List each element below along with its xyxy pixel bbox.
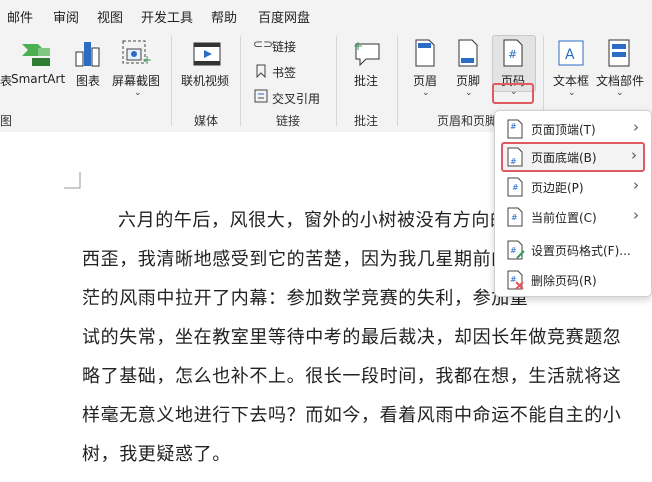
tab-view[interactable]: 视图 <box>97 7 123 26</box>
page-number-icon: # <box>503 39 523 67</box>
menu-item-label: 删除页码(R) <box>531 274 597 288</box>
cross-reference-button[interactable]: 交叉引用 <box>272 90 320 107</box>
chevron-right-icon: › <box>633 176 639 194</box>
group-separator <box>336 36 337 126</box>
chevron-right-icon: › <box>633 118 639 136</box>
svg-text:#: # <box>510 246 517 255</box>
footer-icon <box>458 39 478 67</box>
menu-item-label: 当前位置(C) <box>531 211 597 225</box>
chevron-down-icon[interactable]: ⌄ <box>568 88 576 98</box>
doc-line[interactable]: 样毫无意义地进行下去吗？而如今，看着风雨中命运不能自主的小 <box>82 401 621 427</box>
tab-baidu-netdisk[interactable]: 百度网盘 <box>258 7 310 26</box>
group-label-media: 媒体 <box>194 114 219 128</box>
page-corner-mark <box>64 172 81 189</box>
menu-bar: 邮件 审阅 视图 开发工具 帮助 百度网盘 <box>0 0 652 30</box>
smartart-icon <box>22 44 50 66</box>
group-label-links: 链接 <box>276 114 301 128</box>
chevron-down-icon[interactable]: ⌄ <box>465 88 473 98</box>
doc-line[interactable]: 略了基础，怎么也补不上。很长一段时间，我都在想，生活就将这 <box>82 362 621 388</box>
svg-text:A: A <box>565 47 575 63</box>
svg-text:#: # <box>512 183 519 192</box>
menu-item-format-page-numbers[interactable]: # 设置页码格式(F)... <box>501 235 645 265</box>
svg-text:#: # <box>508 48 517 61</box>
menu-item-page-bottom[interactable]: # 页面底端(B) › <box>501 142 645 172</box>
group-label-header-footer: 页眉和页脚 <box>437 114 498 128</box>
text-box-button[interactable]: 文本框 <box>553 72 589 89</box>
svg-text:#: # <box>510 122 517 131</box>
svg-text:+: + <box>142 53 152 67</box>
svg-text:#: # <box>510 157 517 166</box>
comment-icon: + <box>353 39 380 67</box>
menu-item-label: 设置页码格式(F)... <box>531 244 631 258</box>
chart-button[interactable]: 图表 <box>76 72 100 89</box>
doc-line[interactable]: 西歪，我清晰地感受到它的苦楚，因为我几星期前的心 <box>82 245 528 271</box>
menu-item-page-margins[interactable]: # 页边距(P) › <box>501 172 645 202</box>
svg-text:#: # <box>511 213 518 222</box>
screenshot-button[interactable]: 屏幕截图 <box>112 72 160 89</box>
page-top-icon: # <box>507 119 523 139</box>
group-label-illustrations: 图 <box>0 114 13 128</box>
chart-icon <box>75 42 100 67</box>
header-icon <box>415 39 435 67</box>
doc-line[interactable]: 树，我更疑惑了。 <box>82 440 231 466</box>
online-video-button[interactable]: 联机视频 <box>181 72 229 89</box>
tab-review[interactable]: 审阅 <box>53 7 79 26</box>
chevron-down-icon[interactable]: ⌄ <box>510 87 518 97</box>
tab-help[interactable]: 帮助 <box>211 7 237 26</box>
screenshot-icon: + <box>122 40 152 67</box>
header-button[interactable]: 页眉 <box>413 72 437 89</box>
link-button[interactable]: 链接 <box>272 38 296 55</box>
current-position-icon: # <box>507 207 523 227</box>
group-label-comments: 批注 <box>354 114 379 128</box>
svg-text:+: + <box>353 39 363 53</box>
menu-item-remove-page-numbers[interactable]: # 删除页码(R) <box>501 265 645 295</box>
menu-item-page-top[interactable]: # 页面顶端(T) › <box>501 114 645 144</box>
comment-button[interactable]: 批注 <box>354 72 378 89</box>
online-video-icon <box>193 42 221 66</box>
page-margin-icon: # <box>507 177 523 197</box>
bookmark-icon <box>256 64 266 78</box>
chevron-right-icon: › <box>631 146 637 164</box>
group-separator <box>397 36 398 126</box>
link-icon: ⊂⊃ <box>253 37 274 51</box>
remove-page-number-icon: # <box>507 270 524 290</box>
footer-button[interactable]: 页脚 <box>456 72 480 89</box>
chevron-down-icon[interactable]: ⌄ <box>616 88 624 98</box>
page-number-dropdown: # 页面顶端(T) › # 页面底端(B) › # 页边距(P) › # 当前位… <box>494 110 652 297</box>
chevron-right-icon: › <box>633 206 639 224</box>
chevron-down-icon[interactable]: ⌄ <box>134 88 142 98</box>
page-bottom-icon: # <box>507 147 523 167</box>
format-page-number-icon: # <box>507 240 525 260</box>
document-parts-button[interactable]: 文档部件 <box>596 72 644 89</box>
doc-line[interactable]: 茫的风雨中拉开了内幕：参加数学竞赛的失利，参加重 <box>82 284 528 310</box>
bookmark-button[interactable]: 书签 <box>272 64 296 81</box>
tab-developer[interactable]: 开发工具 <box>141 7 193 26</box>
group-separator <box>240 36 241 126</box>
menu-item-label: 页面顶端(T) <box>531 123 596 137</box>
doc-line[interactable]: 试的失常，坐在教室里等待中考的最后裁决，却因长年做竞赛题忽 <box>82 323 621 349</box>
menu-item-current-position[interactable]: # 当前位置(C) › <box>501 202 645 232</box>
smartart-button[interactable]: SmartArt <box>11 72 65 86</box>
tab-mailings[interactable]: 邮件 <box>7 7 33 26</box>
document-parts-icon <box>608 39 630 67</box>
cross-reference-icon <box>254 89 268 103</box>
chevron-down-icon[interactable]: ⌄ <box>422 88 430 98</box>
group-separator <box>171 36 172 126</box>
menu-item-label: 页面底端(B) <box>531 151 597 165</box>
doc-line[interactable]: 六月的午后，风很大，窗外的小树被没有方向的狂 <box>118 206 527 232</box>
menu-item-label: 页边距(P) <box>531 181 584 195</box>
text-box-icon: A <box>558 40 584 66</box>
